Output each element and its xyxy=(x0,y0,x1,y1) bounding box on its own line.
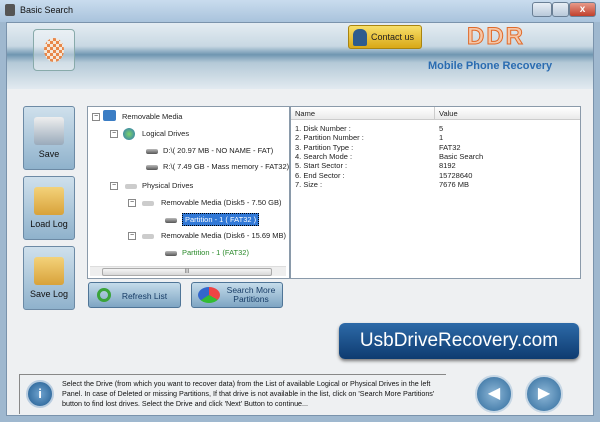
row-value: 15728640 xyxy=(439,170,473,180)
contact-us-button[interactable]: Contact us xyxy=(348,25,422,49)
tree-physical-drives[interactable]: Physical Drives xyxy=(142,181,193,190)
row-value: 1 xyxy=(439,133,444,143)
tree-disk5[interactable]: Removable Media (Disk5 - 7.50 GB) xyxy=(161,198,281,207)
disk-icon xyxy=(142,234,154,239)
main-window: Contact us DDR Mobile Phone Recovery Sav… xyxy=(6,22,594,416)
row-name: 5. Start Sector : xyxy=(295,161,348,171)
instruction-text: Select the Drive (from which you want to… xyxy=(62,379,435,408)
computer-icon xyxy=(103,110,116,121)
app-logo-button[interactable] xyxy=(33,29,75,71)
save-label: Save xyxy=(38,149,60,159)
row-name: 6. End Sector : xyxy=(295,170,345,180)
partition-icon xyxy=(165,218,177,223)
save-log-button[interactable]: Save Log xyxy=(23,246,75,310)
save-icon xyxy=(34,117,64,145)
drive-icon xyxy=(146,165,158,170)
tree-disk6-partition1[interactable]: Partition - 1 (FAT32) xyxy=(182,248,249,257)
back-button[interactable]: ◀ xyxy=(475,375,513,413)
header: Contact us DDR Mobile Phone Recovery xyxy=(7,23,593,89)
collapse-toggle[interactable]: − xyxy=(92,113,100,121)
tree-drive-r[interactable]: R:\( 7.49 GB - Mass memory - FAT32) xyxy=(163,162,289,171)
tree-logical-drives[interactable]: Logical Drives xyxy=(142,129,189,138)
row-value: FAT32 xyxy=(439,142,461,152)
minimize-button[interactable] xyxy=(532,2,552,17)
title-bar: Basic Search x xyxy=(0,0,600,22)
disk-icon xyxy=(142,201,154,206)
save-log-label: Save Log xyxy=(29,289,69,299)
next-button[interactable]: ▶ xyxy=(525,375,563,413)
drive-tree[interactable]: − Removable Media − Logical Drives D:\( … xyxy=(87,106,290,279)
load-log-button[interactable]: Load Log xyxy=(23,176,75,240)
contact-label: Contact us xyxy=(371,32,415,42)
row-name: 4. Search Mode : xyxy=(295,151,353,161)
partition-icon xyxy=(165,251,177,256)
folder-save-icon xyxy=(34,257,64,285)
collapse-toggle[interactable]: − xyxy=(128,199,136,207)
search-more-label: Search More Partitions xyxy=(226,285,276,304)
horizontal-scrollbar[interactable]: III xyxy=(90,266,286,276)
column-header-name[interactable]: Name xyxy=(291,107,435,120)
brand-logo: DDR xyxy=(467,23,525,51)
row-value: 7676 MB xyxy=(439,179,470,189)
close-button[interactable]: x xyxy=(569,2,596,17)
disk-icon xyxy=(125,184,137,189)
info-panel: i Select the Drive (from which you want … xyxy=(19,374,446,414)
row-name: 2. Partition Number : xyxy=(295,133,364,143)
collapse-toggle[interactable]: − xyxy=(128,232,136,240)
details-table: Name Value 1. Disk Number : 5 2. Partition… xyxy=(290,106,581,279)
row-name: 3. Partition Type : xyxy=(295,142,354,152)
app-icon xyxy=(5,4,15,16)
column-header-value[interactable]: Value xyxy=(435,107,580,120)
row-value: 8192 xyxy=(439,161,456,171)
collapse-toggle[interactable]: − xyxy=(110,182,118,190)
tree-root[interactable]: Removable Media xyxy=(122,112,182,121)
search-more-partitions-button[interactable]: Search More Partitions xyxy=(191,282,283,308)
collapse-toggle[interactable]: − xyxy=(110,130,118,138)
row-name: 7. Size : xyxy=(295,179,323,189)
refresh-icon xyxy=(97,288,111,302)
tree-disk5-partition1[interactable]: Partition - 1 ( FAT32 ) xyxy=(182,213,260,226)
load-log-label: Load Log xyxy=(30,219,68,229)
info-icon: i xyxy=(26,380,54,408)
website-banner: UsbDriveRecovery.com xyxy=(339,323,579,359)
scroll-thumb[interactable]: III xyxy=(102,268,272,276)
row-name: 1. Disk Number : xyxy=(295,124,351,133)
globe-icon xyxy=(123,128,135,140)
maximize-button[interactable] xyxy=(552,2,569,17)
row-value: 5 xyxy=(439,124,444,133)
drive-icon xyxy=(146,149,158,154)
save-button[interactable]: Save xyxy=(23,106,75,170)
pie-icon xyxy=(198,287,220,303)
tree-drive-d[interactable]: D:\( 20.97 MB - NO NAME - FAT) xyxy=(163,146,273,155)
person-icon xyxy=(353,29,367,46)
product-name: Mobile Phone Recovery xyxy=(428,60,553,72)
tree-disk6[interactable]: Removable Media (Disk6 - 15.69 MB) xyxy=(161,231,286,240)
folder-load-icon xyxy=(34,187,64,215)
refresh-list-button[interactable]: Refresh List xyxy=(88,282,181,308)
row-value: Basic Search xyxy=(439,151,484,161)
window-title: Basic Search xyxy=(20,5,74,15)
refresh-label: Refresh List xyxy=(121,291,168,301)
